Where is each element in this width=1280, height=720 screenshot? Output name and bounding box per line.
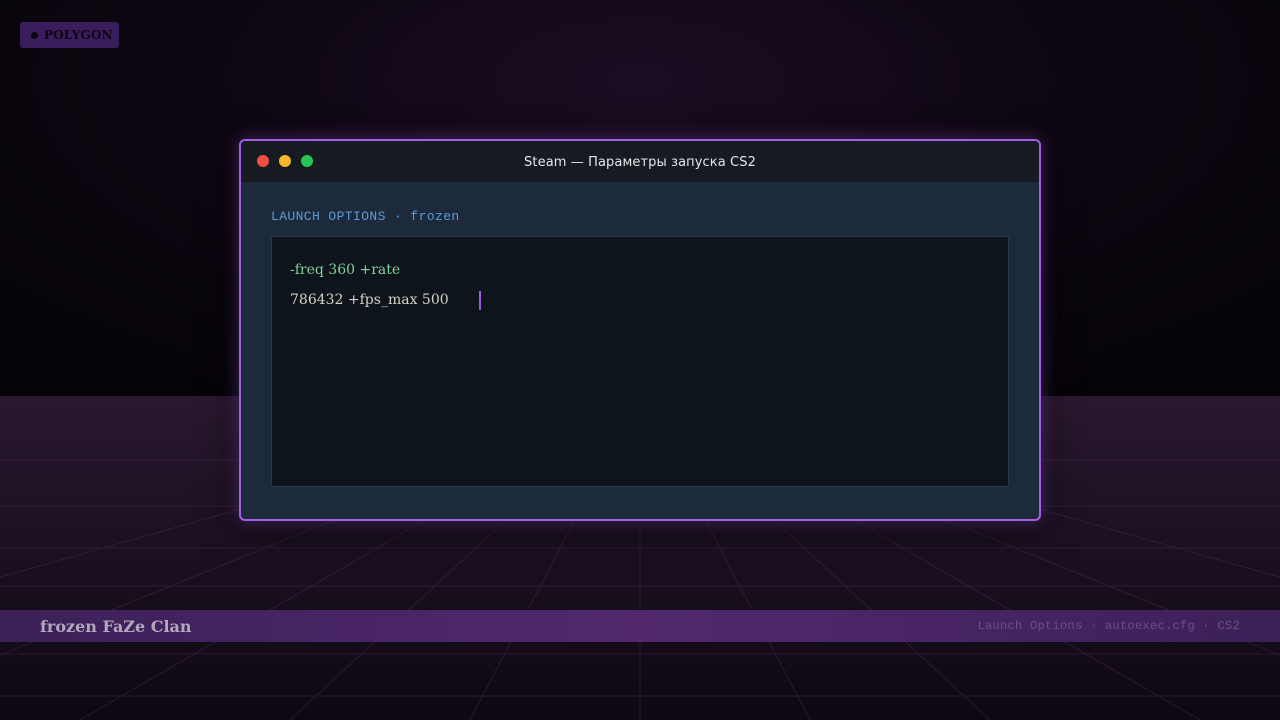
brand-label: POLYGON bbox=[44, 28, 113, 42]
window-titlebar[interactable]: Steam — Параметры запуска CS2 bbox=[241, 141, 1039, 182]
close-icon[interactable] bbox=[257, 155, 269, 167]
launch-options-window: Steam — Параметры запуска CS2 LAUNCH OPT… bbox=[239, 139, 1041, 521]
footer-caption: Launch Options · autoexec.cfg · CS2 bbox=[977, 619, 1240, 633]
brand-badge: POLYGON bbox=[20, 22, 119, 48]
code-line: 786432 +fps_max 500 bbox=[290, 285, 990, 315]
code-line-1: -freq 360 +rate bbox=[290, 262, 401, 278]
footer-bar: frozen FaZe Clan Launch Options · autoex… bbox=[0, 610, 1280, 642]
launch-options-input[interactable]: -freq 360 +rate 786432 +fps_max 500 bbox=[271, 236, 1009, 487]
window-title: Steam — Параметры запуска CS2 bbox=[524, 155, 756, 170]
code-line: -freq 360 +rate bbox=[290, 255, 990, 285]
minimize-icon[interactable] bbox=[279, 155, 291, 167]
maximize-icon[interactable] bbox=[301, 155, 313, 167]
dot-icon bbox=[31, 31, 38, 39]
footer-title: frozen FaZe Clan bbox=[40, 616, 192, 636]
text-cursor-icon bbox=[478, 290, 481, 310]
window-controls bbox=[257, 155, 313, 167]
launch-options-label: LAUNCH OPTIONS · frozen bbox=[271, 209, 460, 224]
code-line-2: 786432 +fps_max 500 bbox=[290, 292, 449, 308]
